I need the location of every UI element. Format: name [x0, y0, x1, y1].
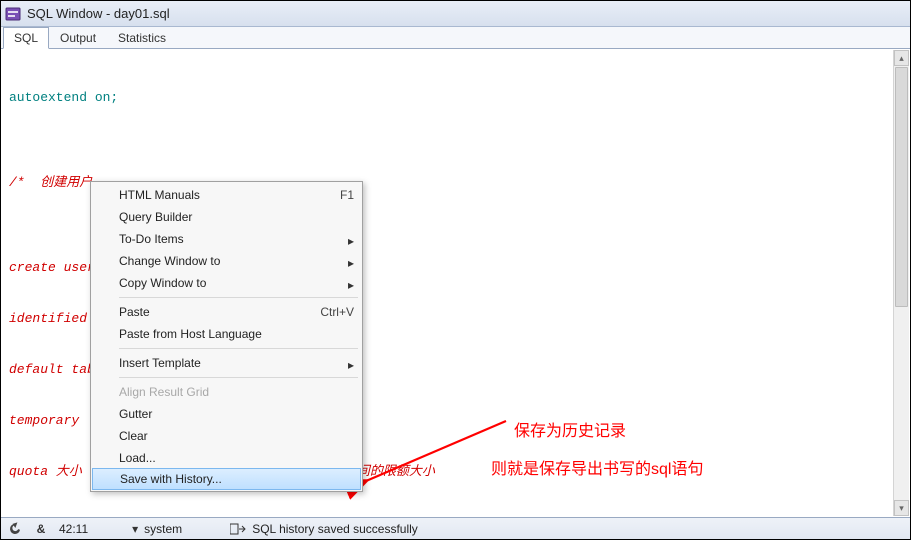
tabs-row: SQL Output Statistics	[1, 27, 910, 49]
menu-separator	[119, 297, 358, 298]
scroll-thumb[interactable]	[895, 67, 908, 307]
menu-insert-template[interactable]: Insert Template ▸	[91, 352, 362, 374]
vertical-scrollbar[interactable]: ▴ ▾	[893, 50, 909, 516]
chevron-right-icon: ▸	[348, 256, 354, 270]
schema-label: system	[144, 522, 182, 536]
scroll-up-button[interactable]: ▴	[894, 50, 909, 66]
scroll-track[interactable]	[894, 67, 909, 499]
chevron-right-icon: ▸	[348, 278, 354, 292]
cursor-position: 42:11	[59, 522, 88, 536]
status-message-chunk: SQL history saved successfully	[230, 521, 418, 537]
menu-separator	[119, 348, 358, 349]
chevron-right-icon: ▸	[348, 358, 354, 372]
menu-html-manuals[interactable]: HTML Manuals F1	[91, 184, 362, 206]
sql-history-icon	[230, 521, 246, 537]
menu-paste-from-host[interactable]: Paste from Host Language	[91, 323, 362, 345]
refresh-icon[interactable]	[7, 521, 23, 537]
status-message: SQL history saved successfully	[252, 522, 418, 536]
context-menu: HTML Manuals F1 Query Builder To-Do Item…	[90, 181, 363, 492]
tab-statistics[interactable]: Statistics	[107, 27, 177, 48]
titlebar: SQL Window - day01.sql	[1, 1, 910, 27]
menu-gutter[interactable]: Gutter	[91, 403, 362, 425]
chevron-down-icon: ▾	[132, 522, 138, 536]
menu-clear[interactable]: Clear	[91, 425, 362, 447]
menu-save-with-history[interactable]: Save with History...	[92, 468, 361, 490]
menu-align-result-grid: Align Result Grid	[91, 381, 362, 403]
schema-selector[interactable]: ▾ system	[136, 522, 182, 536]
tab-label: SQL	[14, 31, 38, 45]
tab-label: Output	[60, 31, 96, 45]
ampersand-icon[interactable]: &	[33, 521, 49, 537]
menu-copy-window-to[interactable]: Copy Window to ▸	[91, 272, 362, 294]
menu-paste[interactable]: Paste Ctrl+V	[91, 301, 362, 323]
scroll-down-button[interactable]: ▾	[894, 500, 909, 516]
tab-label: Statistics	[118, 31, 166, 45]
menu-todo-items[interactable]: To-Do Items ▸	[91, 228, 362, 250]
menu-separator	[119, 377, 358, 378]
chevron-right-icon: ▸	[348, 234, 354, 248]
tab-output[interactable]: Output	[49, 27, 107, 48]
menu-load[interactable]: Load...	[91, 447, 362, 469]
tab-sql[interactable]: SQL	[3, 27, 49, 49]
menu-query-builder[interactable]: Query Builder	[91, 206, 362, 228]
sql-window-icon	[5, 6, 21, 22]
window-title: SQL Window - day01.sql	[27, 6, 170, 21]
menu-change-window-to[interactable]: Change Window to ▸	[91, 250, 362, 272]
statusbar: & 42:11 ▾ system SQL history saved succe…	[1, 517, 910, 539]
